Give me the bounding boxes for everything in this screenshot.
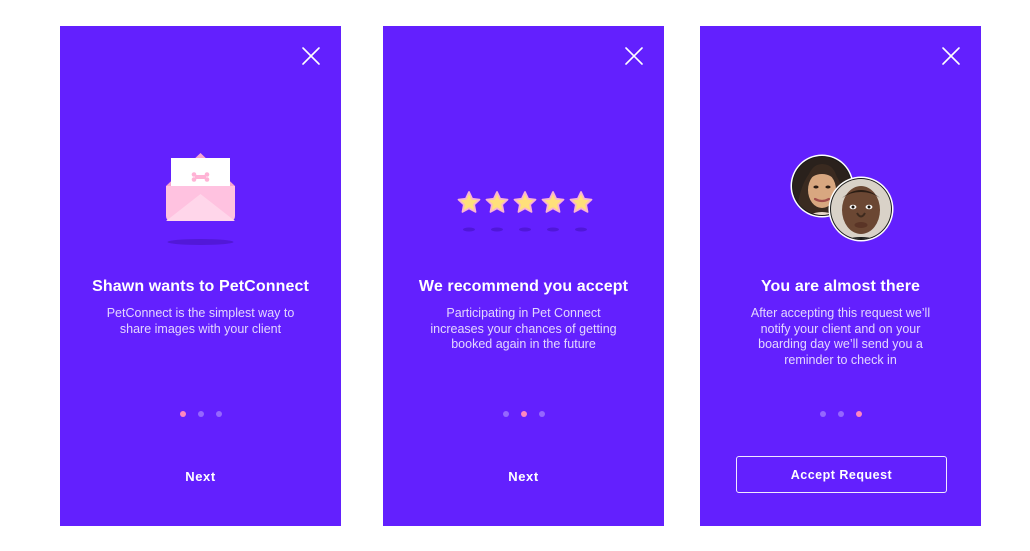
close-icon[interactable] <box>301 46 321 66</box>
screen-title: We recommend you accept <box>418 278 629 295</box>
star-rating-illustration <box>383 184 664 244</box>
next-button[interactable]: Next <box>473 466 574 486</box>
owner-avatar <box>828 176 894 247</box>
page-dot-2[interactable] <box>837 411 844 417</box>
envelope-shadow <box>167 239 234 245</box>
page-indicator <box>700 411 981 417</box>
star-icon <box>485 191 509 213</box>
onboarding-screen-2: We recommend you accept Participating in… <box>383 26 664 526</box>
envelope-illustration <box>60 144 341 254</box>
onboarding-screen-1: Shawn wants to PetConnect PetConnect is … <box>60 26 341 526</box>
page-indicator <box>60 411 341 417</box>
close-icon[interactable] <box>941 46 961 66</box>
screen-title: You are almost there <box>760 278 921 295</box>
star-icon <box>513 191 537 213</box>
page-dot-3[interactable] <box>215 411 222 417</box>
accept-request-button[interactable]: Accept Request <box>736 456 947 493</box>
close-icon[interactable] <box>624 46 644 66</box>
page-dot-1[interactable] <box>179 411 186 417</box>
star-icon <box>457 191 481 213</box>
page-dot-2[interactable] <box>197 411 204 417</box>
page-dot-2[interactable] <box>520 411 527 417</box>
page-dot-1[interactable] <box>819 411 826 417</box>
screen-description: After accepting this request we’ll notif… <box>750 306 931 367</box>
onboarding-screen-3: You are almost there After accepting thi… <box>700 26 981 526</box>
star-icon <box>541 191 565 213</box>
next-button[interactable]: Next <box>150 466 251 486</box>
page-indicator <box>383 411 664 417</box>
page-dot-1[interactable] <box>502 411 509 417</box>
page-dot-3[interactable] <box>855 411 862 417</box>
screen-description: PetConnect is the simplest way to share … <box>106 306 295 336</box>
page-dot-3[interactable] <box>538 411 545 417</box>
screen-description: Participating in Pet Connect increases y… <box>430 306 617 351</box>
star-shadows <box>463 227 587 232</box>
star-icon <box>569 191 593 213</box>
screen-title: Shawn wants to PetConnect <box>92 278 309 295</box>
